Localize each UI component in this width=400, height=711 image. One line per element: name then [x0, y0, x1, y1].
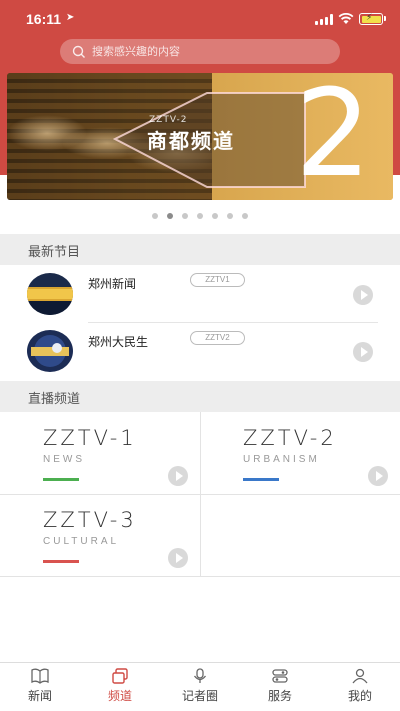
channel-name: ZZTV-3 [43, 508, 137, 532]
tab-label: 频道 [107, 689, 132, 703]
section-title: 最新节目 [28, 245, 81, 260]
carousel-dot-active[interactable] [167, 213, 173, 219]
channels-icon [112, 668, 128, 684]
carousel-dot[interactable] [152, 213, 158, 219]
latest-programs-header: 最新节目 [0, 234, 400, 265]
channel-card-zztv1[interactable]: ZZTV-1 NEWS [0, 412, 200, 494]
play-icon[interactable] [353, 285, 373, 305]
carousel-dot[interactable] [242, 213, 248, 219]
play-icon[interactable] [168, 466, 188, 486]
tab-label: 我的 [347, 689, 372, 703]
battery-tip [384, 16, 386, 21]
program-title: 郑州新闻 [88, 277, 137, 291]
tab-label: 记者圈 [181, 689, 218, 703]
microphone-icon [193, 668, 207, 683]
carousel-dots[interactable] [0, 213, 400, 221]
channel-tag: ZZTV1 [190, 273, 245, 287]
channel-color-bar [243, 478, 279, 481]
channel-card-zztv3[interactable]: ZZTV-3 CULTURAL [0, 494, 200, 576]
carousel-dot[interactable] [197, 213, 203, 219]
program-thumbnail [27, 273, 73, 315]
search-bar[interactable] [60, 39, 340, 64]
program-item[interactable]: 郑州新闻 ZZTV1 [0, 265, 400, 320]
channel-english-name: URBANISM [243, 454, 320, 465]
banner-carousel-slide[interactable]: ZZTV-2 商都频道 2 [7, 73, 393, 200]
channel-english-name: NEWS [43, 454, 85, 465]
live-channels-header: 直播频道 [0, 381, 400, 412]
search-icon [72, 45, 85, 58]
channel-name: ZZTV-1 [43, 426, 137, 450]
tab-label: 新闻 [27, 689, 52, 703]
banner-subtitle: ZZTV-2 [149, 115, 188, 125]
section-title: 直播频道 [28, 392, 81, 407]
channel-tag: ZZTV2 [190, 331, 245, 345]
carousel-dot[interactable] [182, 213, 188, 219]
cellular-signal-icon [315, 14, 333, 25]
tab-news[interactable]: 新闻 [0, 663, 80, 711]
carousel-dot[interactable] [227, 213, 233, 219]
play-icon[interactable] [168, 548, 188, 568]
battery-icon: ⚡ [359, 13, 383, 25]
carousel-dot[interactable] [212, 213, 218, 219]
play-icon[interactable] [353, 342, 373, 362]
search-input[interactable] [92, 45, 322, 58]
status-bar: 16:11 ➤ ⚡ [0, 0, 400, 38]
user-icon [352, 668, 368, 684]
tab-label: 服务 [267, 689, 292, 703]
channel-name: ZZTV-2 [243, 426, 337, 450]
bottom-tab-bar: 新闻 频道 记者圈 服务 我的 [0, 662, 400, 711]
grid-divider [200, 412, 201, 576]
channel-color-bar [43, 560, 79, 563]
tab-services[interactable]: 服务 [240, 663, 320, 711]
location-arrow-icon: ➤ [66, 12, 75, 23]
channel-color-bar [43, 478, 79, 481]
banner-title: 商都频道 [147, 129, 235, 153]
wifi-icon [338, 12, 354, 24]
tab-channels[interactable]: 频道 [80, 663, 160, 711]
program-thumbnail [27, 330, 73, 372]
play-icon[interactable] [368, 466, 388, 486]
book-icon [31, 668, 49, 684]
channel-english-name: CULTURAL [43, 536, 120, 547]
service-icon [272, 669, 288, 683]
tab-reporters[interactable]: 记者圈 [160, 663, 240, 711]
banner-number: 2 [295, 73, 372, 200]
program-title: 郑州大民生 [88, 335, 149, 349]
status-time: 16:11 [26, 11, 62, 27]
tab-profile[interactable]: 我的 [320, 663, 400, 711]
channel-card-zztv2[interactable]: ZZTV-2 URBANISM [200, 412, 400, 494]
program-item[interactable]: 郑州大民生 ZZTV2 [0, 323, 400, 378]
grid-divider [0, 576, 400, 577]
